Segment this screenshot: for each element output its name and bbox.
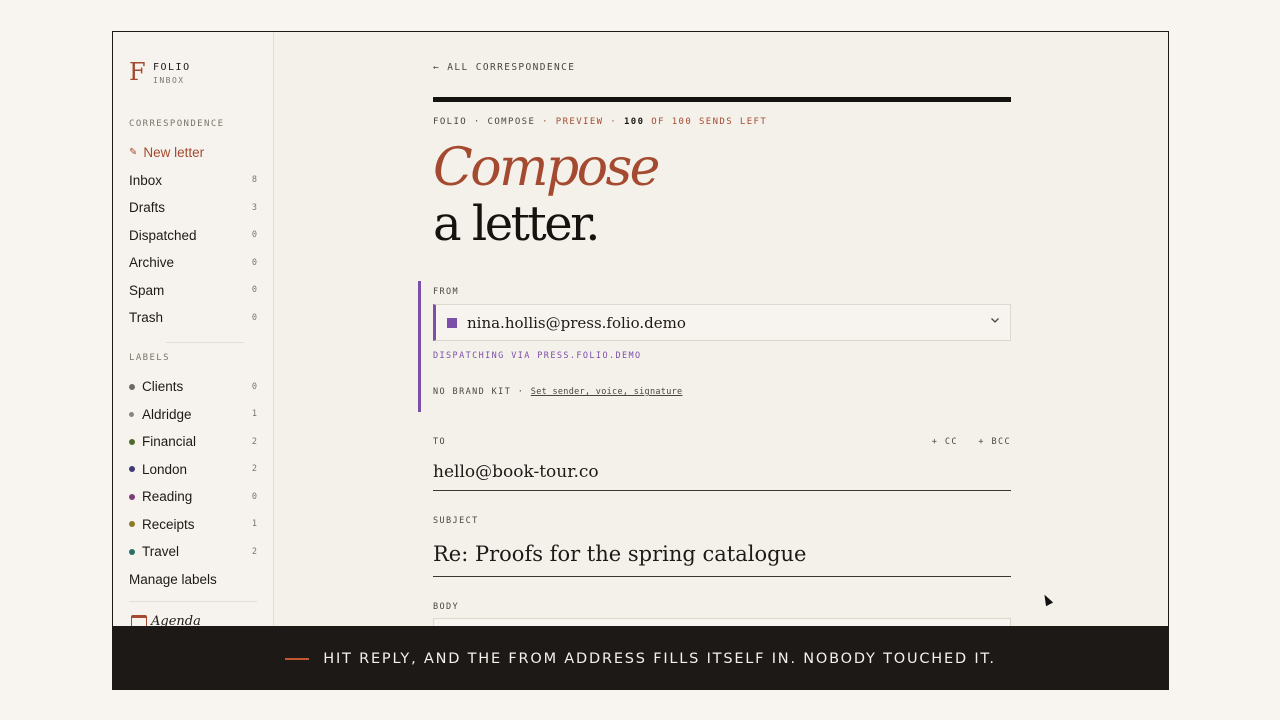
cc-bcc-toggles: + CC + BCC [918, 437, 1011, 447]
sidebar: F FOLIO INBOX CORRESPONDENCE ✎ New lette… [113, 32, 274, 626]
calendar-icon [131, 614, 147, 626]
folder-list: ✎ New letter Inbox 8 Drafts 3 Dispatched… [129, 139, 257, 332]
label-name: Travel [142, 544, 180, 560]
sidebar-item-label: Inbox [129, 172, 163, 188]
label-name: Financial [142, 434, 197, 450]
brand-kit-status: NO BRAND KIT · Set sender, voice, signat… [433, 387, 682, 397]
sidebar-item-archive[interactable]: Archive 0 [129, 249, 257, 277]
label-color-dot [129, 493, 135, 500]
add-cc-button[interactable]: + CC [932, 437, 958, 447]
sender-color-swatch [447, 317, 457, 328]
labels-heading: LABELS [129, 353, 170, 363]
dispatch-via: DISPATCHING VIA PRESS.FOLIO.DEMO [433, 351, 642, 361]
sidebar-item-count: 8 [251, 175, 257, 186]
divider [166, 342, 244, 343]
from-value: nina.hollis@press.folio.demo [467, 313, 686, 332]
new-letter-label: New letter [143, 145, 205, 161]
caption-bar: HIT REPLY, AND THE FROM ADDRESS FILLS IT… [112, 627, 1169, 690]
sidebar-item-drafts[interactable]: Drafts 3 [129, 194, 257, 222]
chevron-down-icon [991, 318, 999, 323]
label-count: 1 [251, 409, 257, 420]
sidebar-item-label: Spam [129, 282, 165, 298]
label-count: 0 [251, 491, 257, 502]
label-name: Reading [142, 489, 193, 505]
label-count: 1 [251, 519, 257, 530]
brand: F FOLIO INBOX [129, 60, 191, 85]
new-letter-button[interactable]: ✎ New letter [129, 139, 257, 167]
label-item-receipts[interactable]: Receipts 1 [129, 511, 257, 539]
to-label: TO [433, 437, 447, 447]
heading-rule [433, 97, 1011, 102]
label-name: Aldridge [142, 406, 192, 422]
label-color-dot [129, 411, 134, 417]
back-link[interactable]: ← ALL CORRESPONDENCE [433, 62, 575, 73]
compose-meta: FOLIO · COMPOSE · PREVIEW · 100 OF 100 S… [433, 117, 767, 127]
brand-subtitle: INBOX [153, 76, 185, 85]
label-color-dot [129, 548, 135, 555]
sidebar-item-dispatched[interactable]: Dispatched 0 [129, 222, 257, 250]
sidebar-item-spam[interactable]: Spam 0 [129, 277, 257, 305]
label-count: 2 [251, 464, 257, 475]
sidebar-item-inbox[interactable]: Inbox 8 [129, 167, 257, 195]
from-section: FROM nina.hollis@press.folio.demo DISPAT… [418, 281, 1011, 412]
label-color-dot [129, 466, 135, 473]
label-name: Receipts [142, 516, 195, 532]
page-title-italic: Compose [433, 138, 660, 198]
preview-badge: · PREVIEW · [542, 117, 618, 127]
label-color-dot [129, 521, 135, 528]
agenda-label: Agenda [151, 614, 201, 627]
sends-remaining: OF 100 SENDS LEFT [651, 117, 768, 127]
sends-count: 100 [623, 117, 645, 127]
label-name: London [142, 461, 188, 477]
label-name: Clients [142, 379, 184, 395]
label-count: 2 [251, 436, 257, 447]
from-label: FROM [433, 287, 460, 297]
sidebar-item-label: Drafts [129, 200, 166, 216]
subject-field[interactable]: Re: Proofs for the spring catalogue [433, 538, 1011, 577]
agenda-link[interactable]: Agenda [131, 614, 201, 627]
body-label: BODY [433, 602, 460, 612]
label-list: Clients 0 Aldridge 1 Financial 2 London … [129, 373, 257, 593]
label-color-dot [129, 438, 135, 445]
label-color-dot [129, 383, 135, 390]
sidebar-item-count: 0 [251, 285, 257, 296]
label-count: 0 [251, 381, 257, 392]
sidebar-item-count: 0 [251, 230, 257, 241]
add-bcc-button[interactable]: + BCC [978, 437, 1011, 447]
sidebar-item-label: Dispatched [129, 227, 197, 243]
caption-text: HIT REPLY, AND THE FROM ADDRESS FILLS IT… [323, 650, 996, 667]
brand-kit-text: NO BRAND KIT · [433, 387, 525, 397]
from-select[interactable]: nina.hollis@press.folio.demo [433, 304, 1011, 341]
page-title: a letter. [433, 196, 601, 252]
meta-prefix: FOLIO · COMPOSE [433, 117, 536, 127]
label-item-london[interactable]: London 2 [129, 456, 257, 484]
sidebar-item-label: Trash [129, 310, 164, 326]
to-field[interactable]: hello@book-tour.co [433, 459, 1011, 491]
brand-kit-link[interactable]: Set sender, voice, signature [531, 387, 683, 397]
label-item-reading[interactable]: Reading 0 [129, 483, 257, 511]
manage-labels-label: Manage labels [129, 571, 217, 587]
correspondence-heading: CORRESPONDENCE [129, 119, 225, 129]
label-item-aldridge[interactable]: Aldridge 1 [129, 401, 257, 429]
caption-dash [285, 657, 310, 660]
manage-labels-link[interactable]: Manage labels [129, 566, 257, 594]
label-item-financial[interactable]: Financial 2 [129, 428, 257, 456]
body-editor[interactable] [433, 618, 1011, 626]
subject-label: SUBJECT [433, 516, 479, 526]
sidebar-item-count: 0 [251, 312, 257, 323]
compose-panel: ← ALL CORRESPONDENCE FOLIO · COMPOSE · P… [418, 32, 1011, 626]
sidebar-item-trash[interactable]: Trash 0 [129, 304, 257, 332]
label-item-clients[interactable]: Clients 0 [129, 373, 257, 401]
sidebar-item-count: 0 [251, 257, 257, 268]
brand-name: FOLIO [153, 62, 191, 73]
app-window: F FOLIO INBOX CORRESPONDENCE ✎ New lette… [112, 31, 1169, 627]
label-item-travel[interactable]: Travel 2 [129, 538, 257, 566]
sidebar-item-label: Archive [129, 255, 175, 271]
label-count: 2 [251, 546, 257, 557]
divider [129, 601, 257, 602]
brand-logo: F [129, 58, 146, 86]
pencil-icon: ✎ [129, 147, 138, 159]
sidebar-item-count: 3 [251, 202, 257, 213]
